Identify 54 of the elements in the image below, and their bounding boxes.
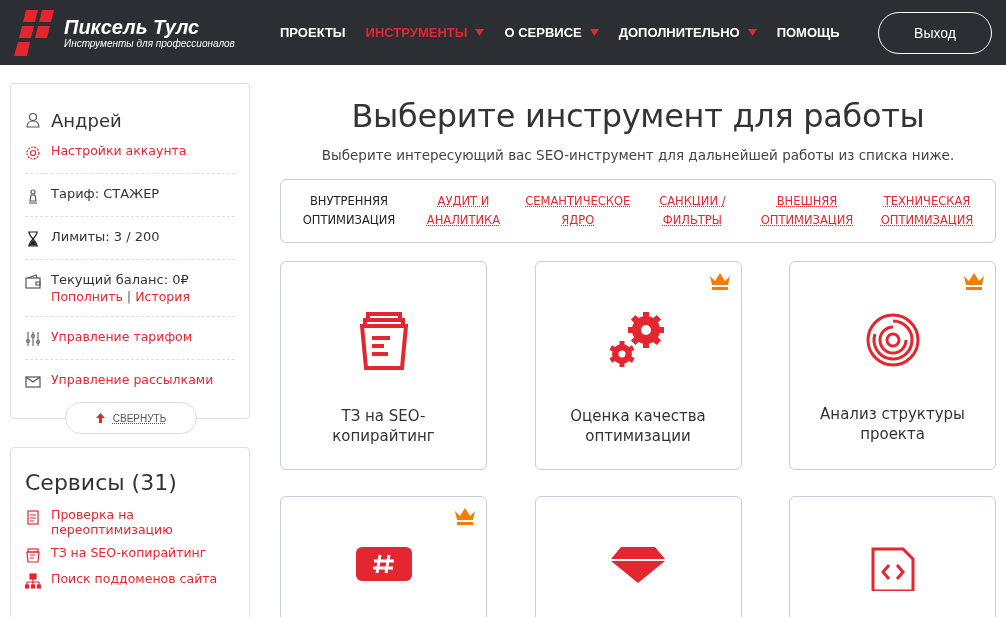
limits-text: Лимиты: 3 / 200	[51, 229, 160, 244]
tool-title: ТЗ на SEO-копирайтинг	[331, 406, 436, 446]
category-tab[interactable]: СЕМАНТИЧЕСКОЕ ЯДРО	[517, 192, 638, 230]
category-tab[interactable]: ТЕХНИЧЕСКАЯ ОПТИМИЗАЦИЯ	[867, 192, 987, 230]
page-title: Выберите инструмент для работы	[351, 97, 925, 135]
envelope-icon	[25, 374, 41, 390]
service-link[interactable]: ТЗ на SEO-копирайтинг	[51, 545, 207, 560]
services-title: Сервисы (31)	[25, 470, 178, 495]
sliders-icon	[25, 331, 41, 347]
nav-link[interactable]: ПОМОЩЬ	[776, 25, 840, 40]
logo-title: Пиксель Тулс	[64, 16, 200, 38]
category-tab[interactable]: ВНУТРЕННЯЯ ОПТИМИЗАЦИЯ	[289, 192, 409, 230]
account-settings-link[interactable]: Настройки аккаунта	[51, 143, 187, 158]
category-tab[interactable]: ВНЕШНЯЯ ОПТИМИЗАЦИЯ	[747, 192, 867, 230]
manage-mailings-link[interactable]: Управление рассылками	[51, 372, 214, 387]
tariff-text: Тариф: СТАЖЕР	[51, 186, 160, 201]
tool-card[interactable]: ТЗ на SEO-копирайтинг	[280, 261, 487, 470]
nav-link[interactable]: ПРОЕКТЫ	[280, 25, 346, 40]
document-stack-icon	[25, 547, 41, 563]
history-link[interactable]: История	[135, 289, 190, 304]
category-tab[interactable]: АУДИТ И АНАЛИТИКА	[409, 192, 518, 230]
nav-link[interactable]: О СЕРВИСЕ	[504, 25, 599, 40]
sitemap-icon	[25, 573, 41, 589]
arrow-up-icon	[95, 413, 105, 423]
logo-subtitle: Инструменты для профессионалов	[64, 38, 235, 49]
tool-title: Оценка качества оптимизации	[569, 406, 707, 446]
wallet-icon	[25, 274, 41, 290]
category-tab[interactable]: САНКЦИИ / ФИЛЬТРЫ	[637, 192, 747, 230]
maze-icon	[864, 312, 921, 368]
tool-title: Анализ структуры проекта	[819, 404, 966, 444]
service-link[interactable]: Поиск поддоменов сайта	[51, 571, 218, 586]
logo-icon	[14, 9, 56, 56]
nav-link[interactable]: ДОПОЛНИТЕЛЬНО	[618, 25, 757, 40]
manage-tariff-link[interactable]: Управление тарифом	[51, 329, 193, 344]
link-separator: |	[126, 289, 132, 304]
dropdown-caret-icon	[589, 29, 599, 36]
collapse-button[interactable]: СВЕРНУТЬ	[65, 402, 197, 434]
dropdown-caret-icon	[747, 29, 757, 36]
hourglass-icon	[25, 231, 41, 247]
service-link[interactable]: Проверка на переоптимизацию	[51, 507, 235, 537]
document-stack-icon	[359, 312, 408, 370]
gem-icon	[611, 547, 665, 583]
code-file-icon	[870, 547, 915, 591]
settings-icon	[25, 145, 41, 161]
dropdown-caret-icon	[475, 29, 485, 36]
user-name: Андрей	[51, 110, 122, 131]
nav-link[interactable]: ИНСТРУМЕНТЫ	[365, 25, 485, 40]
tool-card[interactable]: Анализ структуры проекта	[789, 261, 996, 470]
page-subtitle: Выберите интересующий вас SEO-инструмент для дальнейшей работы из списка ниже.	[321, 147, 955, 163]
user-icon	[25, 112, 41, 128]
top-up-link[interactable]: Пополнить	[51, 289, 123, 304]
balance-text: Текущий баланс: 0₽	[51, 272, 190, 287]
clipboard-icon	[25, 509, 41, 525]
tool-card[interactable]: Оценка качества оптимизации	[534, 261, 742, 470]
